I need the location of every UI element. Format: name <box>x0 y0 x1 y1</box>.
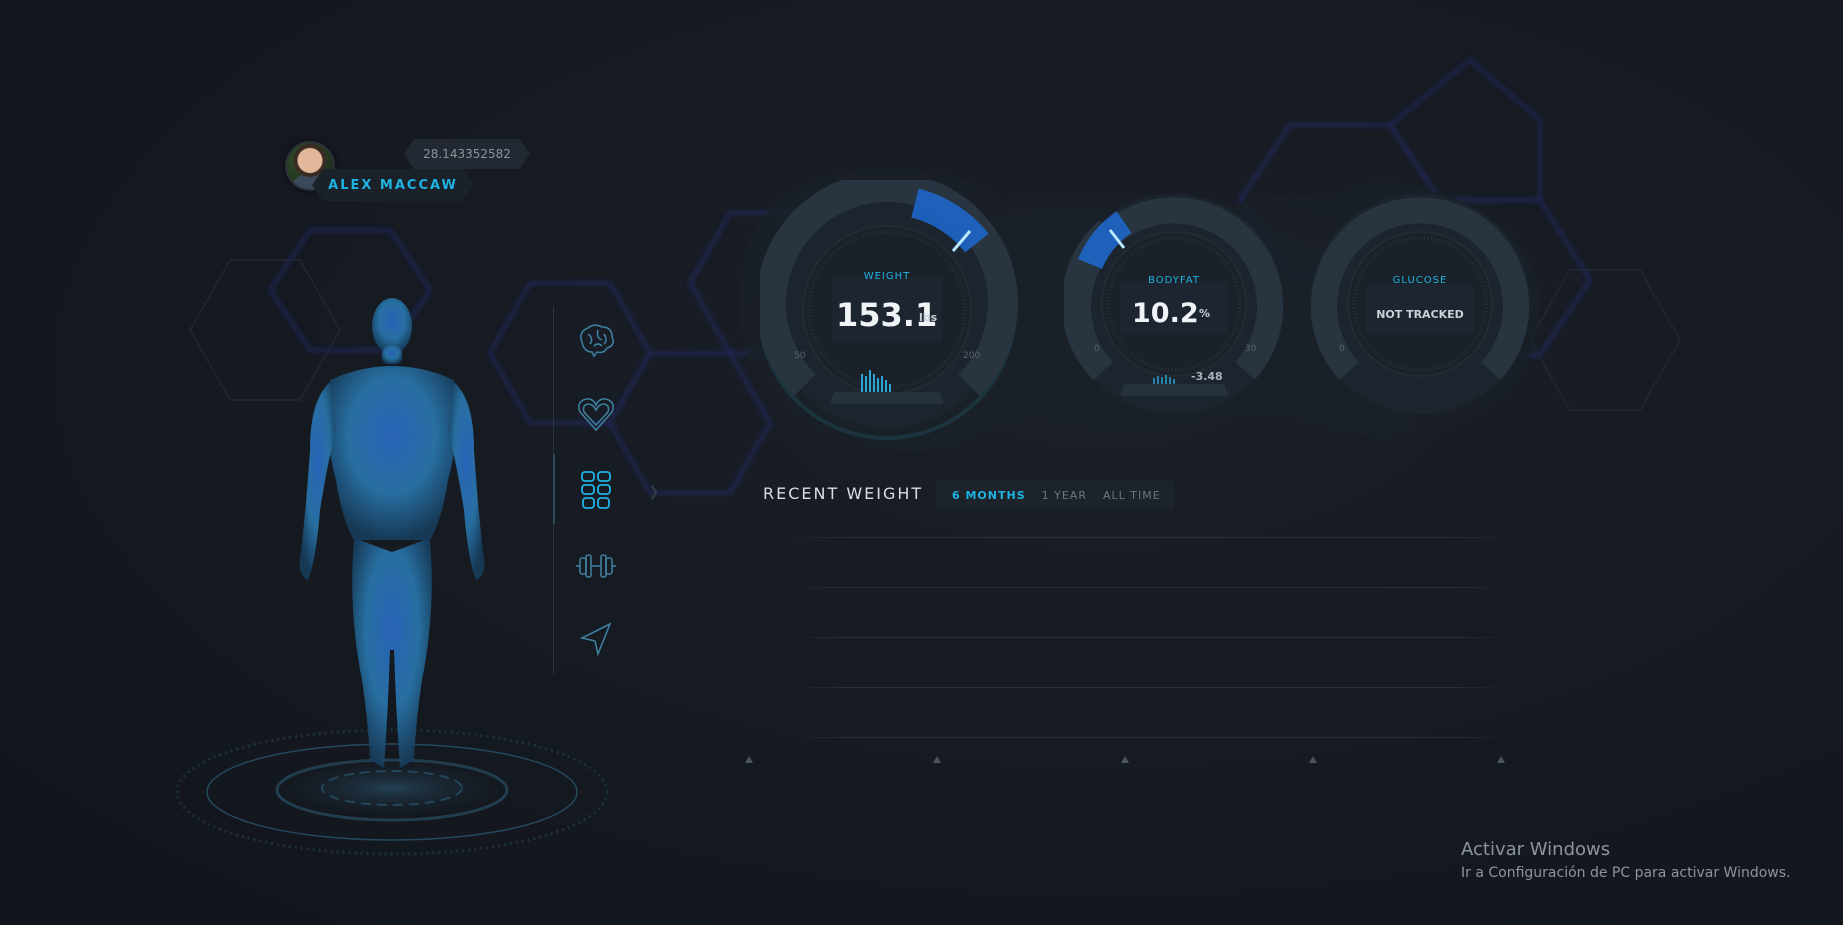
tab-1-year[interactable]: 1 YEAR <box>1042 489 1087 502</box>
user-name-badge[interactable]: ALEX MACCAW <box>312 169 474 201</box>
bodyfat-max: 30 <box>1245 344 1257 354</box>
bodyfat-min: 0 <box>1094 344 1100 354</box>
bodyfat-unit: % <box>1199 307 1211 320</box>
abs-icon[interactable] <box>574 468 618 512</box>
glucose-min: 0 <box>1339 344 1345 354</box>
activation-watermark-title: Activar Windows <box>1461 839 1611 860</box>
chart-marker-icon <box>1497 756 1505 763</box>
chart-gridline <box>790 537 1510 538</box>
brain-icon[interactable] <box>574 318 618 362</box>
body-hologram <box>175 298 609 856</box>
activation-watermark-subtitle: Ir a Configuración de PC para activar Wi… <box>1461 865 1791 881</box>
platform-rings <box>175 728 609 856</box>
nav-active-indicator <box>553 454 555 524</box>
heart-icon[interactable] <box>574 392 618 436</box>
glucose-label: GLUCOSE <box>1392 275 1448 286</box>
chart-marker-icon <box>745 756 753 763</box>
navigation-arrow-icon[interactable] <box>574 618 618 662</box>
weight-max: 200 <box>963 351 981 361</box>
chart-marker-icon <box>1121 756 1129 763</box>
dumbbell-icon[interactable] <box>574 544 618 588</box>
bodyfat-value: 10.2 <box>1132 298 1199 329</box>
coordinate-label: 28.143352582 <box>404 139 530 169</box>
bodyfat-label: BODYFAT <box>1148 275 1200 286</box>
recent-weight-range-tabs: 6 MONTHS 1 YEAR ALL TIME <box>936 481 1174 509</box>
chart-marker-icon <box>1309 756 1317 763</box>
weight-min: 50 <box>794 351 806 361</box>
tab-all-time[interactable]: ALL TIME <box>1103 489 1161 502</box>
tab-6-months[interactable]: 6 MONTHS <box>952 489 1026 502</box>
glucose-gauge[interactable] <box>1310 194 1530 414</box>
glucose-value: NOT TRACKED <box>1376 308 1464 321</box>
coordinate-value: 28.143352582 <box>423 147 511 161</box>
chart-gridline <box>790 687 1510 688</box>
weight-label: WEIGHT <box>863 271 911 282</box>
recent-weight-title: RECENT WEIGHT <box>763 484 924 503</box>
chart-marker-icon <box>933 756 941 763</box>
chevron-right-icon[interactable]: ❯ <box>648 484 660 500</box>
user-name: ALEX MACCAW <box>328 177 458 193</box>
chart-gridline <box>790 737 1510 738</box>
chart-gridline <box>790 587 1510 588</box>
chart-gridline <box>790 637 1510 638</box>
bodyfat-delta: -3.48 <box>1191 370 1223 383</box>
weight-unit: lbs <box>919 311 938 324</box>
